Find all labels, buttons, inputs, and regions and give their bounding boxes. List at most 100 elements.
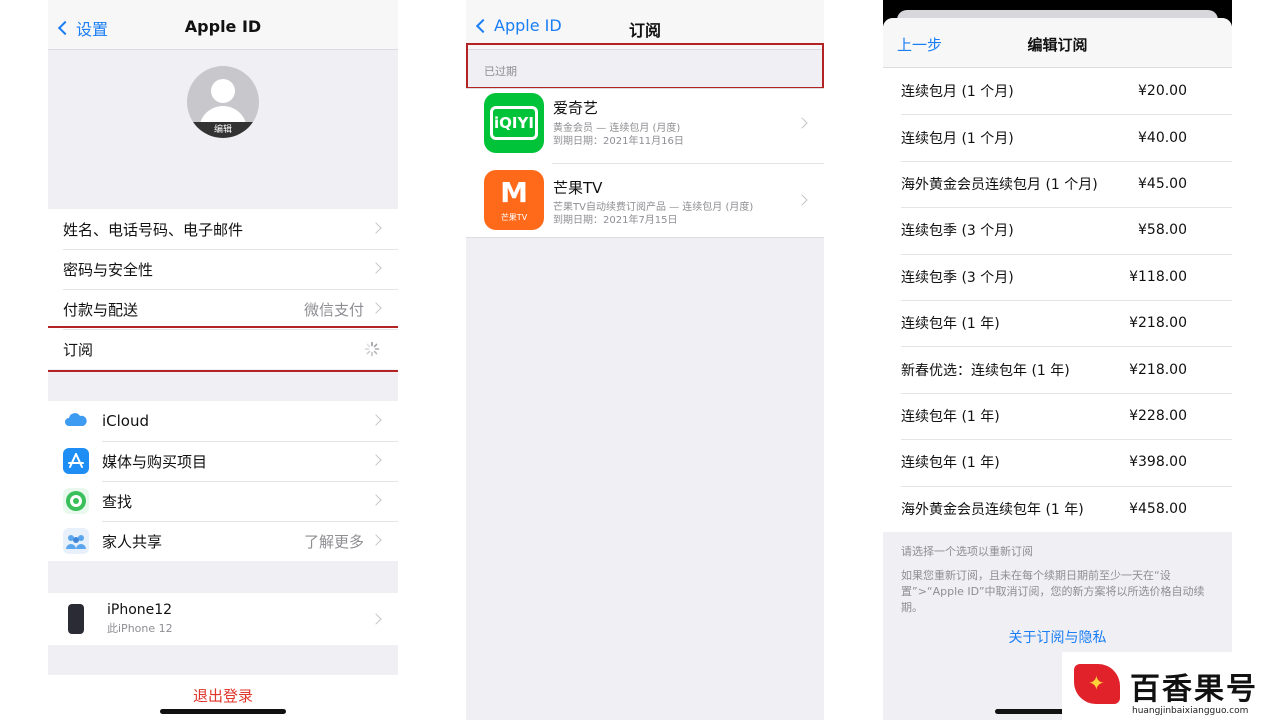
subscription-item-iqiyi[interactable]: iQIYI 爱奇艺 黄金会员 — 连续包月 (月度) 到期日期：2021年11月… (466, 89, 824, 163)
plan-option[interactable]: 连续包月 (1 个月) ¥20.00 (883, 68, 1232, 114)
plan-option[interactable]: 连续包年 (1 年) ¥218.00 (883, 299, 1232, 346)
apple-id-screen: 设置 Apple ID 编辑 姓名、电话号码、电子邮件 密码与安全性 付款与配送… (48, 0, 398, 720)
row-label: 查找 (102, 492, 133, 511)
plan-price: ¥218.00 (1129, 361, 1187, 378)
row-password-security[interactable]: 密码与安全性 (48, 249, 398, 289)
icloud-icon (63, 408, 89, 434)
plan-price: ¥118.00 (1129, 268, 1187, 285)
plan-name: 连续包月 (1 个月) (901, 84, 1014, 101)
plan-name: 海外黄金会员连续包月 (1 个月) (901, 176, 1098, 193)
plan-option[interactable]: 海外黄金会员连续包月 (1 个月) ¥45.00 (883, 160, 1232, 207)
device-subtitle: 此iPhone 12 (107, 622, 173, 635)
iqiyi-logo-text: iQIYI (490, 106, 538, 140)
subscription-name: 芒果TV (553, 179, 603, 197)
subscription-expiry: 到期日期：2021年7月15日 (553, 215, 678, 226)
chevron-right-icon (796, 194, 808, 206)
row-icloud[interactable]: iCloud (48, 401, 398, 441)
plan-price: ¥45.00 (1138, 175, 1187, 192)
plan-option[interactable]: 连续包年 (1 年) ¥228.00 (883, 392, 1232, 439)
plan-name: 连续包年 (1 年) (901, 316, 1000, 333)
chevron-right-icon (370, 414, 382, 426)
plan-name: 新春优选：连续包年 (1 年) (901, 362, 1070, 379)
highlight-box (48, 326, 398, 372)
row-label: 媒体与购买项目 (102, 452, 208, 471)
payment-method-value: 微信支付 (303, 300, 364, 319)
learn-more-value: 了解更多 (303, 532, 364, 551)
row-media-purchases[interactable]: 媒体与购买项目 (48, 441, 398, 481)
app-store-icon (63, 448, 89, 474)
chevron-right-icon (370, 534, 382, 546)
edit-subscription-screen: 上一步 编辑订阅 连续包月 (1 个月) ¥20.00 连续包月 (1 个月) ¥4… (883, 0, 1232, 720)
navigation-bar: 上一步 编辑订阅 (883, 18, 1232, 68)
row-label: 姓名、电话号码、电子邮件 (63, 220, 244, 239)
subscription-privacy-link[interactable]: 关于订阅与隐私 (883, 627, 1232, 647)
row-label: 家人共享 (102, 532, 163, 551)
plan-price: ¥218.00 (1129, 315, 1187, 332)
highlight-box (466, 43, 824, 89)
resubscribe-hint: 请选择一个选项以重新订阅 (901, 545, 1033, 558)
row-family-sharing[interactable]: 家人共享 了解更多 (48, 521, 398, 561)
plan-price: ¥20.00 (1138, 83, 1187, 100)
page-title: Apple ID (184, 17, 262, 36)
home-indicator (160, 709, 286, 714)
plan-price: ¥458.00 (1129, 500, 1187, 517)
watermark-url: huangjinbaixiangguo.com (1132, 706, 1249, 716)
plan-name: 海外黄金会员连续包年 (1 年) (901, 501, 1084, 518)
plan-option[interactable]: 海外黄金会员连续包年 (1 年) ¥458.00 (883, 485, 1232, 532)
subscription-list: iQIYI 爱奇艺 黄金会员 — 连续包月 (月度) 到期日期：2021年11月… (466, 88, 824, 238)
row-name-phone-email[interactable]: 姓名、电话号码、电子邮件 (48, 209, 398, 249)
subscriptions-screen: Apple ID 订阅 已过期 iQIYI 爱奇艺 黄金会员 — 连续包月 (月… (466, 0, 824, 720)
chevron-right-icon (796, 117, 808, 129)
iphone-icon (68, 604, 84, 634)
iqiyi-logo-icon: iQIYI (484, 93, 544, 153)
avatar-edit-label[interactable]: 编辑 (187, 122, 259, 138)
person-icon (211, 79, 235, 103)
plan-options-list: 连续包月 (1 个月) ¥20.00 连续包月 (1 个月) ¥40.00 海外黄金… (883, 68, 1232, 532)
plan-option[interactable]: 连续包月 (1 个月) ¥40.00 (883, 114, 1232, 160)
subscription-name: 爱奇艺 (553, 99, 599, 117)
row-device-iphone12[interactable]: iPhone12 此iPhone 12 (48, 593, 398, 645)
plan-price: ¥58.00 (1138, 222, 1187, 239)
chevron-right-icon (370, 302, 382, 314)
plan-price: ¥398.00 (1129, 454, 1187, 471)
page-title: 编辑订阅 (1027, 36, 1088, 54)
mango-logo-letter: M (500, 176, 528, 209)
watermark-text: 百香果号 (1130, 672, 1258, 707)
family-sharing-icon (63, 528, 89, 554)
chevron-right-icon (370, 613, 382, 625)
chevron-right-icon (370, 494, 382, 506)
plan-option[interactable]: 连续包季 (3 个月) ¥118.00 (883, 253, 1232, 300)
plan-name: 连续包季 (3 个月) (901, 223, 1014, 240)
watermark: 百香果号 huangjinbaixiangguo.com (1062, 652, 1280, 720)
plan-price: ¥228.00 (1129, 407, 1187, 424)
brand-logo-icon (1074, 664, 1120, 704)
device-name: iPhone12 (107, 602, 173, 618)
plan-option[interactable]: 新春优选：连续包年 (1 年) ¥218.00 (883, 346, 1232, 392)
row-label: 付款与配送 (63, 300, 139, 319)
chevron-right-icon (370, 222, 382, 234)
plan-name: 连续包年 (1 年) (901, 455, 1000, 472)
plan-price: ¥40.00 (1138, 129, 1187, 146)
mango-logo-caption: 芒果TV (500, 213, 528, 222)
plan-name: 连续包季 (3 个月) (901, 269, 1014, 286)
row-find-my[interactable]: 查找 (48, 481, 398, 521)
services-group: iCloud 媒体与购买项目 查找 家人共享 了解更多 (48, 401, 398, 561)
mango-tv-logo-icon: M 芒果TV (484, 170, 544, 230)
page-title: 订阅 (628, 21, 661, 40)
subscription-item-mango-tv[interactable]: M 芒果TV 芒果TV 芒果TV自动续费订阅产品 — 连续包月 (月度) 到期日… (466, 163, 824, 237)
find-my-icon (63, 488, 89, 514)
edit-subscription-sheet: 上一步 编辑订阅 连续包月 (1 个月) ¥20.00 连续包月 (1 个月) ¥4… (883, 18, 1232, 720)
row-label: iCloud (102, 412, 150, 430)
plan-option[interactable]: 连续包季 (3 个月) ¥58.00 (883, 207, 1232, 253)
auto-renew-note: 如果您重新订阅，且未在每个续期日期前至少一天在“设置”>“Apple ID”中取… (901, 569, 1205, 614)
chevron-right-icon (370, 454, 382, 466)
plan-name: 连续包月 (1 个月) (901, 130, 1014, 147)
plan-name: 连续包年 (1 年) (901, 408, 1000, 425)
avatar[interactable]: 编辑 (187, 66, 259, 138)
device-group: iPhone12 此iPhone 12 (48, 593, 398, 645)
plan-option[interactable]: 连续包年 (1 年) ¥398.00 (883, 439, 1232, 485)
navigation-bar: 设置 Apple ID (48, 0, 398, 50)
row-payment-shipping[interactable]: 付款与配送 微信支付 (48, 289, 398, 329)
subscription-expiry: 到期日期：2021年11月16日 (553, 136, 684, 147)
row-label: 密码与安全性 (63, 260, 154, 279)
